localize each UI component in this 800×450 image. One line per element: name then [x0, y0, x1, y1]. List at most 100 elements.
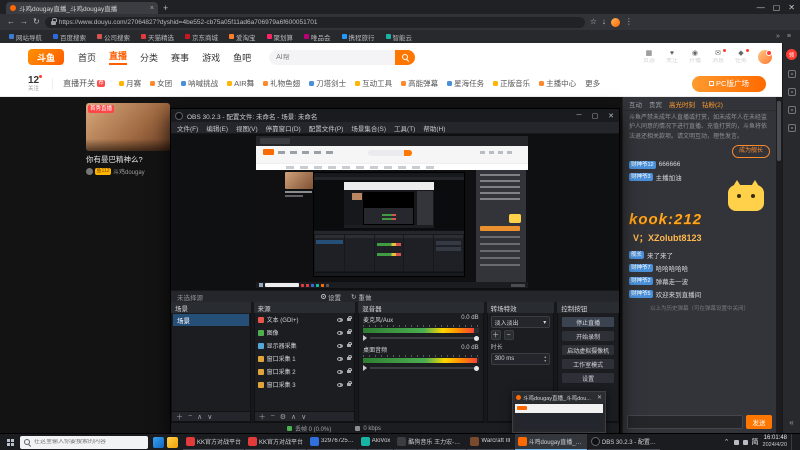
taskbar-app[interactable]: 酷狗音乐 王力宏-天·91 [394, 434, 467, 450]
pc-plaza-button[interactable]: PC版广场 [692, 75, 766, 92]
bookmark-item[interactable]: 聚划算 [266, 32, 293, 42]
source-redo-button[interactable]: ↻ 重做 [351, 292, 371, 302]
obs-minimize-icon[interactable]: ─ [571, 109, 587, 122]
taskbar-app[interactable]: KK官方对战平台 [183, 434, 245, 450]
taskbar-search-input[interactable] [34, 439, 144, 445]
menu-view[interactable]: 视图(V) [236, 123, 258, 133]
stop-streaming-button[interactable]: 停止直播 [561, 316, 615, 328]
taskbar-app[interactable]: KK官方对战平台 [245, 434, 307, 450]
taskbar-search[interactable] [20, 435, 148, 449]
subnav-item[interactable]: 高能弹幕 [401, 78, 438, 89]
stream-card[interactable]: 首秀直播 你有曼巴精神么? 鱼112 斗鸡dougay [86, 103, 170, 176]
popup-close-icon[interactable]: ✕ [597, 394, 602, 401]
source-settings-button[interactable]: 设置 [321, 292, 341, 302]
nav-games[interactable]: 游戏 [202, 51, 220, 64]
tray-expand-icon[interactable]: ⌃ [724, 438, 730, 446]
browser-profile-icon[interactable] [610, 17, 620, 27]
live-switch[interactable]: 直播开关荐 [63, 78, 106, 89]
history-panel-icon[interactable] [787, 106, 796, 114]
remove-transition-icon[interactable]: − [503, 330, 514, 340]
downloads-panel-icon[interactable] [787, 124, 796, 132]
bookmark-item[interactable]: 京东商城 [185, 32, 218, 42]
start-recording-button[interactable]: 开始录制 [561, 330, 615, 342]
network-tray-icon[interactable] [742, 439, 748, 445]
subnav-item[interactable]: 礼物鱼翅 [263, 78, 300, 89]
subnav-item[interactable]: 主播中心 [539, 78, 576, 89]
visibility-eye-icon[interactable] [337, 330, 344, 335]
tray-clock[interactable]: 16:01:48 2024/4/20 [763, 435, 787, 448]
action-messages[interactable]: ✉ 消息 [712, 48, 727, 64]
add-transition-icon[interactable]: ＋ [490, 330, 501, 340]
download-icon[interactable]: ↓ [602, 18, 606, 26]
explorer-taskbar-icon[interactable] [167, 436, 178, 448]
lock-icon[interactable] [347, 381, 352, 386]
bookmark-item[interactable]: 爱淘宝 [229, 32, 256, 42]
tab-vip[interactable]: 贵宾 [649, 99, 662, 109]
popup-thumbnail[interactable] [515, 404, 603, 430]
nav-categories[interactable]: 分类 [140, 51, 158, 64]
visibility-eye-icon[interactable] [337, 317, 344, 322]
menu-edit[interactable]: 编辑(E) [206, 123, 228, 133]
back-icon[interactable]: ← [7, 18, 15, 26]
speaker-icon[interactable] [363, 335, 368, 341]
scene-item-selected[interactable]: 场景 [173, 314, 249, 326]
notification-center-button[interactable] [791, 433, 796, 450]
virtual-camera-button[interactable]: 启动虚拟摄像机 [561, 344, 615, 356]
taskbar-thumbnail-popup[interactable]: 斗鸡dougay直播_斗鸡dou... ✕ [512, 391, 606, 433]
source-item[interactable]: 窗口采集 2 [255, 365, 355, 378]
ime-indicator[interactable]: 简 [752, 437, 759, 447]
obs-preview-canvas[interactable] [171, 134, 619, 290]
refresh-icon[interactable]: ↻ [33, 18, 40, 26]
add-scene-icon[interactable]: ＋ [176, 412, 183, 422]
taskbar-app[interactable]: AloVox [357, 434, 394, 450]
source-item[interactable]: 图像 [255, 326, 355, 339]
bookmark-star-icon[interactable]: ☆ [590, 18, 597, 26]
bookmark-item[interactable]: 唯品会 [304, 32, 331, 42]
reward-icon[interactable]: 领 [786, 49, 797, 60]
slider-thumb[interactable] [473, 365, 479, 371]
subnav-item[interactable]: 刀塔剑士 [309, 78, 346, 89]
volume-slider[interactable] [363, 335, 479, 341]
window-close-icon[interactable]: ✕ [788, 3, 795, 12]
favorites-panel-icon[interactable] [787, 88, 796, 96]
bookmark-item[interactable]: 天猫精选 [141, 32, 174, 42]
window-maximize-icon[interactable]: ▢ [773, 3, 781, 12]
studio-mode-button[interactable]: 工作室模式 [561, 358, 615, 370]
remove-scene-icon[interactable]: − [188, 413, 192, 420]
visibility-eye-icon[interactable] [337, 356, 344, 361]
source-item[interactable]: 文本 (GDI+) [255, 313, 355, 326]
visibility-eye-icon[interactable] [337, 382, 344, 387]
action-broadcast[interactable]: ◉ 开播 [689, 50, 701, 64]
subnav-item-more[interactable]: 更多 [585, 78, 600, 89]
tab-highlights[interactable]: 高光时刻 [669, 99, 695, 109]
site-search[interactable] [269, 49, 416, 65]
subnav-item[interactable]: 正版音乐 [493, 78, 530, 89]
subnav-item[interactable]: 互动工具 [355, 78, 392, 89]
douyu-logo[interactable]: 斗鱼 [28, 49, 64, 65]
follow-counter[interactable]: 12 关注 [28, 75, 42, 92]
lock-icon[interactable] [347, 355, 352, 360]
taskbar-app[interactable]: 32976725… [307, 434, 357, 450]
browser-menu-icon[interactable]: ⋮ [625, 18, 633, 26]
source-item[interactable]: 窗口采集 1 [255, 352, 355, 365]
action-tasks[interactable]: ◆ 任务 [735, 48, 750, 64]
slider-thumb[interactable] [473, 335, 479, 341]
menu-help[interactable]: 帮助(H) [423, 123, 445, 133]
subnav-item[interactable]: 呐喊挑战 [181, 78, 218, 89]
source-item[interactable]: 窗口采集 3 [255, 378, 355, 391]
source-down-icon[interactable]: ∨ [301, 413, 306, 421]
forward-icon[interactable]: → [20, 18, 28, 26]
action-games[interactable]: ▦ 页游 [643, 50, 655, 64]
nav-yuba[interactable]: 鱼吧 [233, 51, 251, 64]
visibility-eye-icon[interactable] [337, 343, 344, 348]
tab-diamond-fans[interactable]: 钻粉(2) [702, 99, 723, 109]
lock-icon[interactable] [347, 368, 352, 373]
settings-button[interactable]: 设置 [561, 372, 615, 384]
duration-spinbox[interactable]: 300 ms ▴ ▾ [490, 353, 551, 365]
speaker-icon[interactable] [363, 365, 368, 371]
bookmark-item[interactable]: 智能云 [385, 32, 412, 42]
volume-tray-icon[interactable] [733, 439, 739, 445]
subnav-item[interactable]: AIR舞 [227, 78, 254, 89]
spin-arrows-icon[interactable]: ▴ ▾ [544, 355, 546, 362]
bookmark-item[interactable]: 百度搜索 [53, 32, 86, 42]
